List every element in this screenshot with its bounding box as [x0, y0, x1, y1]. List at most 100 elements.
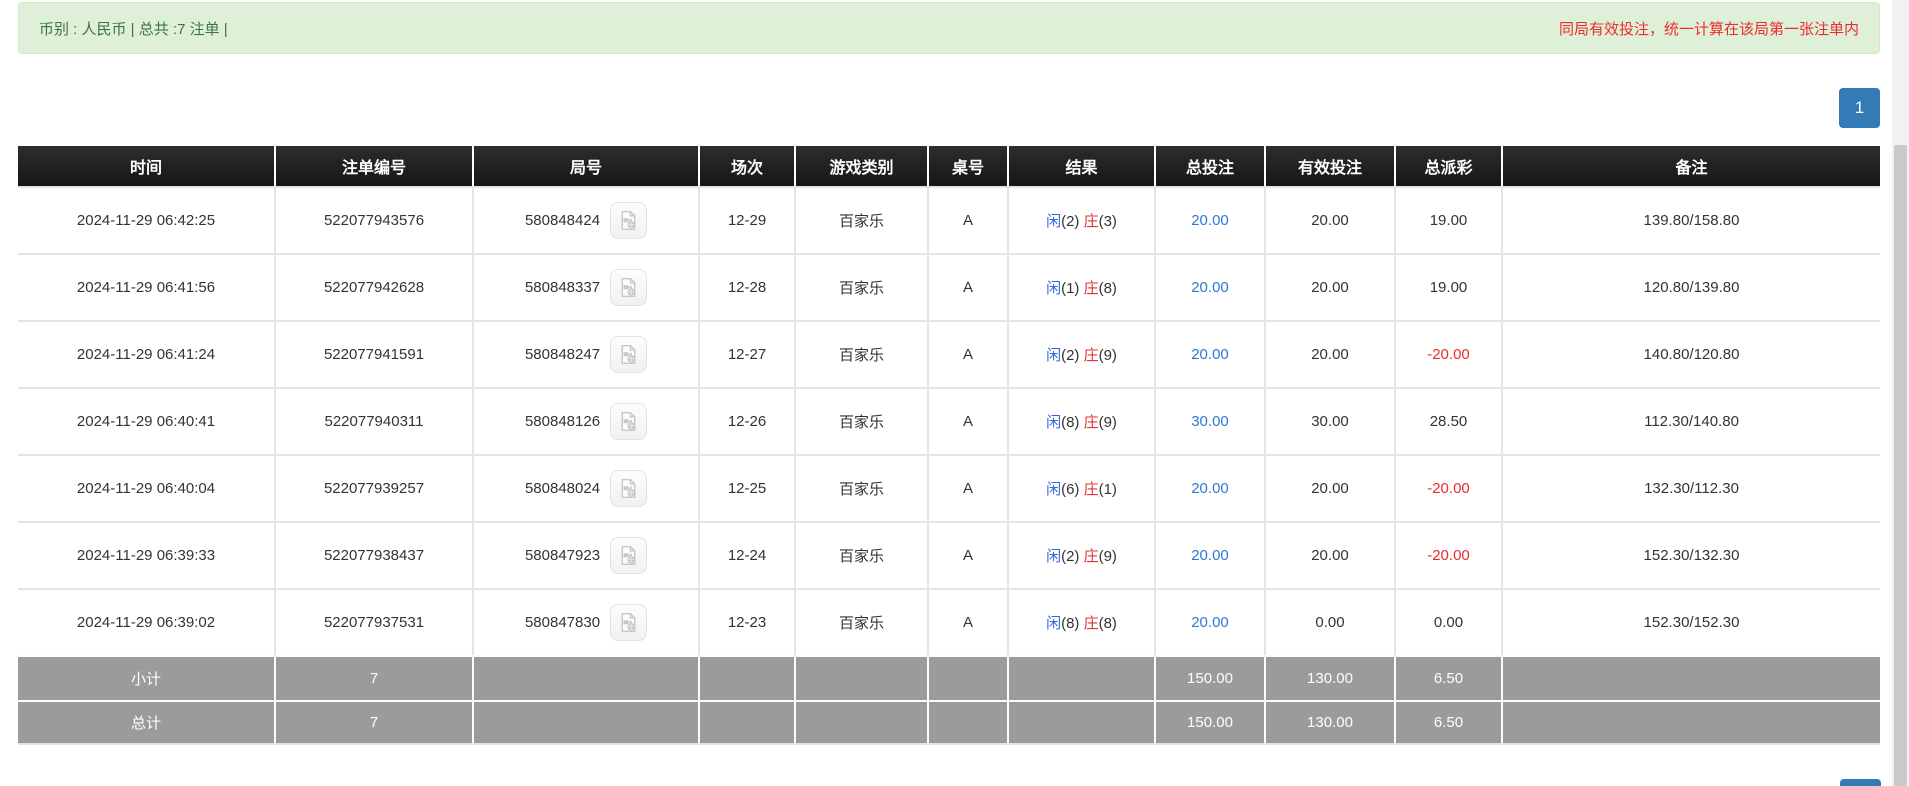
cell-result: 闲(8) 庄(8): [1009, 588, 1156, 655]
cell-result: 闲(1) 庄(8): [1009, 253, 1156, 320]
col-header-table-no: 桌号: [929, 146, 1009, 186]
result-player-score: (1): [1061, 280, 1084, 297]
total-bet-link[interactable]: 20.00: [1191, 547, 1229, 564]
page-1-button[interactable]: 1: [1839, 88, 1880, 128]
page-1-button-bottom-partial[interactable]: [1840, 779, 1881, 786]
result-banker-label: 庄: [1083, 615, 1099, 632]
result-player-score: (2): [1061, 548, 1084, 565]
total-bet-link[interactable]: 30.00: [1191, 413, 1229, 430]
round-video-button[interactable]: [610, 403, 648, 440]
cell-result: 闲(2) 庄(9): [1009, 521, 1156, 588]
cell-game-type: 百家乐: [796, 454, 929, 521]
subtotal-row: 小计 7 150.00 130.00 6.50: [18, 655, 1880, 700]
cell-time: 2024-11-29 06:40:04: [18, 454, 276, 521]
round-video-button[interactable]: [610, 269, 648, 306]
subtotal-label: 小计: [18, 655, 276, 700]
table-row: 2024-11-29 06:40:41 522077940311 5808481…: [18, 387, 1880, 454]
currency-summary-text: 币别 : 人民币 | 总共 :7 注单 |: [39, 20, 228, 38]
result-player-label: 闲: [1046, 414, 1062, 431]
cell-valid-bet: 20.00: [1266, 186, 1396, 253]
cell-table-no: A: [929, 387, 1009, 454]
film-document-icon: [621, 612, 636, 633]
film-document-icon: [621, 411, 636, 432]
col-header-valid-bet: 有效投注: [1266, 146, 1396, 186]
cell-payout: 19.00: [1396, 186, 1503, 253]
cell-game-type: 百家乐: [796, 253, 929, 320]
total-bet-link[interactable]: 20.00: [1191, 212, 1229, 229]
cell-round-no: 580847830: [524, 614, 601, 631]
result-banker-label: 庄: [1083, 548, 1099, 565]
result-banker-score: (9): [1098, 347, 1117, 364]
film-document-icon: [621, 344, 636, 365]
cell-session: 12-25: [700, 454, 796, 521]
cell-remark: 152.30/152.30: [1503, 588, 1880, 655]
total-payout: 6.50: [1396, 700, 1503, 745]
total-bet-link[interactable]: 20.00: [1191, 346, 1229, 363]
subtotal-count: 7: [276, 655, 474, 700]
subtotal-total-bet: 150.00: [1156, 655, 1266, 700]
total-bet-link[interactable]: 20.00: [1191, 614, 1229, 631]
cell-payout: -20.00: [1396, 521, 1503, 588]
scrollbar-thumb[interactable]: [1894, 145, 1907, 786]
total-valid-bet: 130.00: [1266, 700, 1396, 745]
bet-records-page: 币别 : 人民币 | 总共 :7 注单 | 同局有效投注，统一计算在该局第一张注…: [0, 0, 1909, 786]
col-header-time: 时间: [18, 146, 276, 186]
table-row: 2024-11-29 06:42:25 522077943576 5808484…: [18, 186, 1880, 253]
result-player-label: 闲: [1046, 347, 1062, 364]
result-player-score: (2): [1061, 347, 1084, 364]
cell-bet-id: 522077940311: [276, 387, 474, 454]
result-player-label: 闲: [1046, 548, 1062, 565]
result-banker-score: (8): [1098, 615, 1117, 632]
round-video-button[interactable]: [610, 336, 648, 373]
cell-remark: 120.80/139.80: [1503, 253, 1880, 320]
cell-remark: 140.80/120.80: [1503, 320, 1880, 387]
content-area: 币别 : 人民币 | 总共 :7 注单 | 同局有效投注，统一计算在该局第一张注…: [18, 0, 1880, 745]
result-banker-score: (1): [1098, 481, 1117, 498]
cell-valid-bet: 20.00: [1266, 454, 1396, 521]
cell-valid-bet: 0.00: [1266, 588, 1396, 655]
cell-remark: 112.30/140.80: [1503, 387, 1880, 454]
cell-bet-id: 522077937531: [276, 588, 474, 655]
cell-game-type: 百家乐: [796, 387, 929, 454]
result-player-score: (8): [1061, 414, 1084, 431]
cell-time: 2024-11-29 06:42:25: [18, 186, 276, 253]
cell-table-no: A: [929, 320, 1009, 387]
round-video-button[interactable]: [610, 470, 648, 507]
result-player-label: 闲: [1046, 615, 1062, 632]
cell-bet-id: 522077941591: [276, 320, 474, 387]
round-video-button[interactable]: [610, 604, 648, 641]
cell-valid-bet: 20.00: [1266, 320, 1396, 387]
round-video-button[interactable]: [610, 537, 648, 574]
total-bet-link[interactable]: 20.00: [1191, 480, 1229, 497]
vertical-scrollbar[interactable]: [1892, 0, 1909, 786]
col-header-bet-id: 注单编号: [276, 146, 474, 186]
cell-time: 2024-11-29 06:41:56: [18, 253, 276, 320]
result-player-label: 闲: [1046, 481, 1062, 498]
cell-time: 2024-11-29 06:41:24: [18, 320, 276, 387]
cell-total-bet: 20.00: [1156, 253, 1266, 320]
cell-payout: -20.00: [1396, 454, 1503, 521]
total-row: 总计 7 150.00 130.00 6.50: [18, 700, 1880, 745]
cell-session: 12-29: [700, 186, 796, 253]
cell-total-bet: 20.00: [1156, 454, 1266, 521]
pagination-top: 1: [18, 88, 1880, 128]
film-document-icon: [621, 277, 636, 298]
cell-session: 12-23: [700, 588, 796, 655]
cell-time: 2024-11-29 06:39:02: [18, 588, 276, 655]
round-video-button[interactable]: [610, 202, 648, 239]
cell-table-no: A: [929, 253, 1009, 320]
cell-payout: 28.50: [1396, 387, 1503, 454]
result-banker-score: (3): [1098, 213, 1117, 230]
cell-session: 12-24: [700, 521, 796, 588]
subtotal-valid-bet: 130.00: [1266, 655, 1396, 700]
cell-game-type: 百家乐: [796, 588, 929, 655]
cell-result: 闲(2) 庄(9): [1009, 320, 1156, 387]
cell-result: 闲(8) 庄(9): [1009, 387, 1156, 454]
col-header-result: 结果: [1009, 146, 1156, 186]
total-bet-link[interactable]: 20.00: [1191, 279, 1229, 296]
cell-table-no: A: [929, 521, 1009, 588]
result-banker-label: 庄: [1083, 213, 1099, 230]
result-player-score: (6): [1061, 481, 1084, 498]
result-player-score: (8): [1061, 615, 1084, 632]
col-header-remark: 备注: [1503, 146, 1880, 186]
